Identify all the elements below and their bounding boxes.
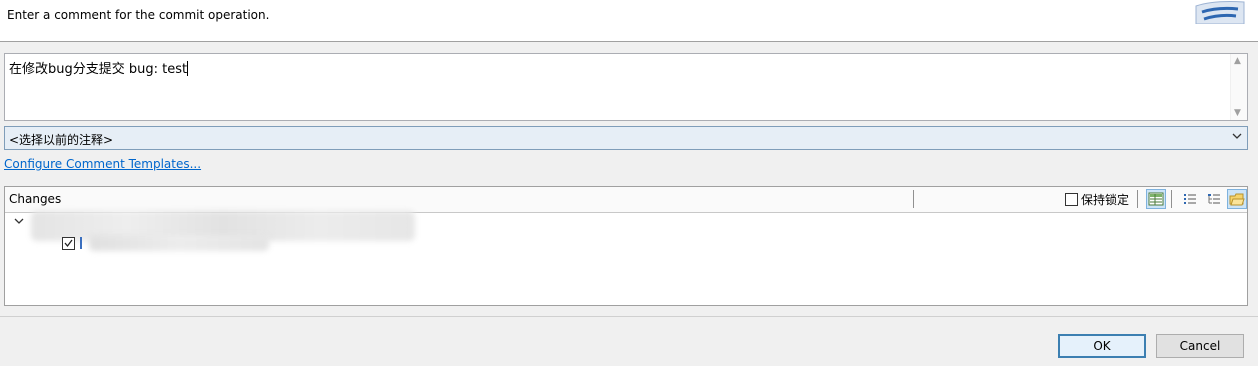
file-checkbox[interactable] xyxy=(62,237,75,250)
blurred-file-name xyxy=(89,235,269,251)
changes-toolbar: Changes 保持锁定 xyxy=(5,187,1247,213)
comment-text: 在修改bug分支提交 bug: test xyxy=(9,62,188,77)
compressed-folders-icon[interactable] xyxy=(1227,189,1247,209)
header-message: Enter a comment for the commit operation… xyxy=(7,8,270,22)
tree-expand-chevron-icon[interactable] xyxy=(14,216,24,229)
keep-locks-label: 保持锁定 xyxy=(1081,193,1130,207)
configure-templates-link[interactable]: Configure Comment Templates... xyxy=(4,157,201,171)
scroll-up-icon[interactable]: ▲ xyxy=(1234,56,1241,66)
toolbar-separator xyxy=(1137,190,1138,208)
changes-panel: Changes 保持锁定 xyxy=(4,186,1248,306)
comment-scrollbar[interactable]: ▲ ▼ xyxy=(1230,54,1247,120)
previous-comments-select[interactable]: <选择以前的注释> xyxy=(4,126,1248,150)
scroll-down-icon[interactable]: ▼ xyxy=(1234,108,1241,118)
table-view-icon[interactable] xyxy=(1146,189,1166,209)
keep-locks-check-icon[interactable] xyxy=(1065,193,1078,206)
dialog-header: Enter a comment for the commit operation… xyxy=(0,0,1258,42)
tree-list-icon[interactable] xyxy=(1204,189,1224,209)
changes-label: Changes xyxy=(9,192,62,206)
previous-comments-value: <选择以前的注释> xyxy=(9,133,114,147)
commit-comment-textarea[interactable]: 在修改bug分支提交 bug: test ▲ ▼ xyxy=(4,53,1248,121)
cancel-button[interactable]: Cancel xyxy=(1156,334,1244,358)
toolbar-separator xyxy=(1171,190,1172,208)
chevron-down-icon[interactable] xyxy=(1232,129,1242,146)
text-caret xyxy=(187,61,189,76)
flat-list-icon[interactable] xyxy=(1180,189,1200,209)
ok-button[interactable]: OK xyxy=(1058,334,1146,358)
keep-locks-checkbox[interactable]: 保持锁定 xyxy=(1065,191,1129,208)
svn-logo-icon xyxy=(1194,0,1246,25)
toolbar-separator xyxy=(913,190,914,208)
footer-divider xyxy=(0,316,1258,317)
file-icon xyxy=(80,237,87,249)
